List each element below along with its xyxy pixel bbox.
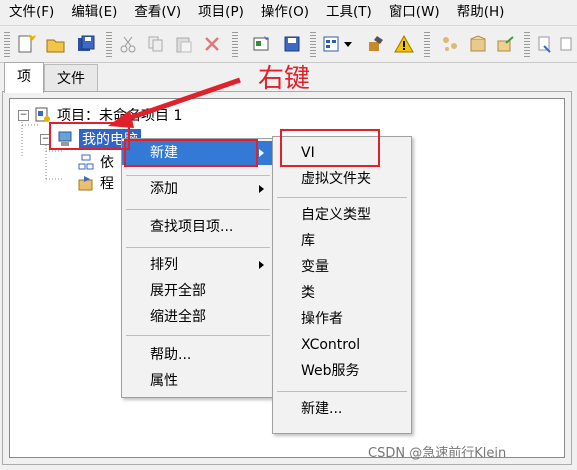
watermark: CSDN @急速前行Klein xyxy=(368,446,507,461)
tab-items[interactable]: 项 xyxy=(4,62,44,93)
annotation-right-click-label: 右键 xyxy=(258,64,311,94)
